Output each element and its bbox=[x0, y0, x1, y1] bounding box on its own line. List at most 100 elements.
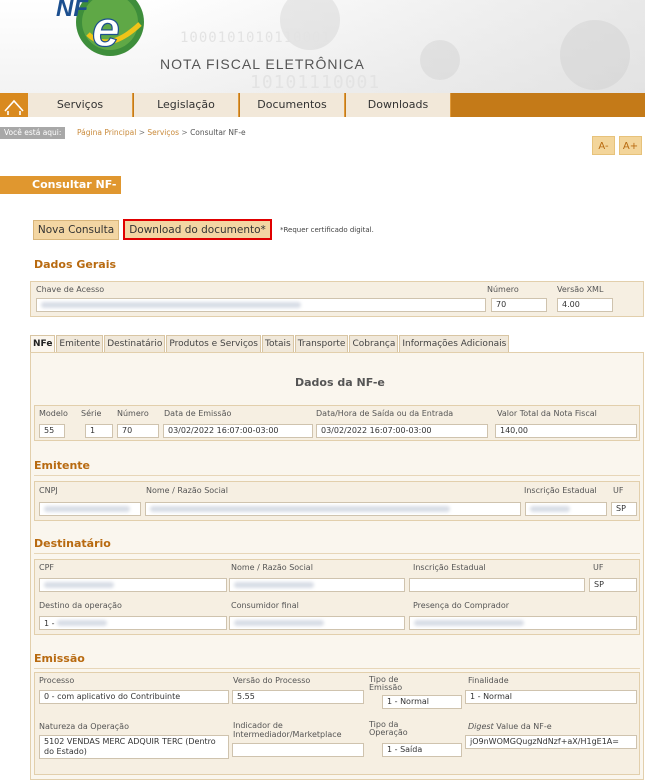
processo-label: Processo bbox=[39, 676, 75, 685]
versao-xml-field: 4.00 bbox=[557, 298, 613, 312]
svg-text:e: e bbox=[92, 1, 120, 57]
finalidade-label: Finalidade bbox=[468, 676, 509, 685]
tab-info-adicionais[interactable]: Informações Adicionais bbox=[399, 335, 510, 352]
nav-item-documentos[interactable]: Documentos bbox=[240, 93, 345, 117]
nome-emitente-label: Nome / Razão Social bbox=[146, 486, 228, 495]
redacted-value bbox=[234, 620, 324, 626]
tab-transporte[interactable]: Transporte bbox=[294, 335, 349, 352]
certificate-note: *Requer certificado digital. bbox=[280, 226, 374, 234]
page-title: Consultar NF-e bbox=[0, 176, 121, 209]
uf-emitente-label: UF bbox=[613, 486, 624, 495]
header-banner: 1000101010110001 10101110001 NF e NOTA F… bbox=[0, 0, 645, 93]
nome-destinatario-field bbox=[229, 578, 405, 592]
banner-circle bbox=[560, 20, 630, 90]
data-emissao-label: Data de Emissão bbox=[164, 409, 232, 418]
redacted-value bbox=[414, 620, 524, 626]
nfe-logo: NF e bbox=[56, 0, 144, 58]
divider bbox=[34, 475, 640, 476]
home-button[interactable] bbox=[0, 93, 28, 117]
breadcrumb-servicos[interactable]: Serviços bbox=[147, 128, 179, 137]
emissao-box: Processo 0 - com aplicativo do Contribui… bbox=[34, 672, 640, 775]
font-decrease-button[interactable]: A- bbox=[592, 136, 615, 155]
nav-item-downloads[interactable]: Downloads bbox=[346, 93, 451, 117]
home-icon bbox=[4, 99, 24, 115]
presenca-comprador-label: Presença do Comprador bbox=[413, 601, 510, 610]
banner-binary: 10101110001 bbox=[250, 72, 381, 93]
tipo-emissao-label: Tipo de Emissão bbox=[369, 675, 403, 692]
consumidor-final-label: Consumidor final bbox=[231, 601, 299, 610]
tab-totais[interactable]: Totais bbox=[261, 335, 294, 352]
section-title-emissao: Emissão bbox=[34, 652, 85, 665]
presenca-comprador-field bbox=[409, 616, 637, 630]
nav-item-servicos[interactable]: Serviços bbox=[28, 93, 133, 117]
ie-destinatario-field bbox=[409, 578, 585, 592]
digest-value-label: Digest Value da NF-e bbox=[468, 722, 552, 731]
numero-nfe-field: 70 bbox=[117, 424, 159, 438]
valor-total-field: 140,00 bbox=[495, 424, 637, 438]
banner-binary: 1000101010110001 bbox=[180, 30, 331, 46]
redacted-value bbox=[57, 620, 108, 626]
tab-nfe[interactable]: NFe bbox=[30, 335, 56, 352]
chave-field bbox=[36, 298, 486, 312]
download-document-button[interactable]: Download do documento* bbox=[123, 219, 272, 240]
section-title-destinatario: Destinatário bbox=[34, 537, 111, 550]
redacted-value bbox=[530, 506, 570, 512]
cnpj-field bbox=[39, 502, 141, 516]
numero-label: Número bbox=[487, 285, 519, 294]
digest-label-italic: Digest bbox=[468, 722, 494, 731]
system-name: NOTA FISCAL ELETRÔNICA bbox=[160, 56, 365, 72]
tab-bar: NFe Emitente Destinatário Produtos e Ser… bbox=[30, 335, 510, 352]
section-title-dados-gerais: Dados Gerais bbox=[34, 258, 117, 271]
tab-cobranca[interactable]: Cobrança bbox=[349, 335, 399, 352]
tipo-operacao-label: Tipo da Operação bbox=[369, 720, 408, 737]
destino-operacao-code: 1 - bbox=[44, 619, 55, 628]
ie-destinatario-label: Inscrição Estadual bbox=[413, 563, 486, 572]
new-query-button[interactable]: Nova Consulta bbox=[33, 220, 119, 240]
cpf-label: CPF bbox=[39, 563, 55, 572]
nav-items: Serviços Legislação Documentos Downloads bbox=[28, 93, 452, 117]
modelo-label: Modelo bbox=[39, 409, 68, 418]
font-increase-button[interactable]: A+ bbox=[619, 136, 642, 155]
redacted-value bbox=[41, 302, 301, 308]
digest-label-rest: Value da NF-e bbox=[493, 722, 552, 731]
redacted-value bbox=[234, 582, 314, 588]
tab-produtos[interactable]: Produtos e Serviços bbox=[166, 335, 261, 352]
data-saida-field: 03/02/2022 16:07:00-03:00 bbox=[316, 424, 488, 438]
valor-total-label: Valor Total da Nota Fiscal bbox=[497, 409, 597, 418]
section-title-dados-nfe: Dados da NF-e bbox=[295, 376, 385, 389]
consumidor-final-field bbox=[229, 616, 405, 630]
finalidade-field: 1 - Normal bbox=[465, 690, 637, 704]
ie-emitente-field bbox=[525, 502, 607, 516]
nav-item-legislacao[interactable]: Legislação bbox=[134, 93, 239, 117]
emitente-box: CNPJ Nome / Razão Social Inscrição Estad… bbox=[34, 481, 640, 521]
ie-emitente-label: Inscrição Estadual bbox=[524, 486, 597, 495]
destino-operacao-label: Destino da operação bbox=[39, 601, 122, 610]
natureza-operacao-label: Natureza da Operação bbox=[39, 722, 129, 731]
breadcrumb-home[interactable]: Página Principal bbox=[77, 128, 136, 137]
destinatario-box: CPF Nome / Razão Social Inscrição Estadu… bbox=[34, 559, 640, 635]
dados-nfe-box: Modelo 55 Série 1 Número 70 Data de Emis… bbox=[34, 405, 640, 441]
tab-destinatario[interactable]: Destinatário bbox=[104, 335, 166, 352]
numero-field: 70 bbox=[491, 298, 547, 312]
indicador-intermediador-field bbox=[232, 743, 364, 757]
versao-processo-field: 5.55 bbox=[232, 690, 364, 704]
serie-field: 1 bbox=[85, 424, 113, 438]
data-emissao-field: 03/02/2022 16:07:00-03:00 bbox=[163, 424, 313, 438]
digest-value-field: jO9nWOMGQugzNdNzf+aX/H1gE1A= bbox=[465, 735, 637, 749]
serie-label: Série bbox=[81, 409, 102, 418]
nome-destinatario-label: Nome / Razão Social bbox=[231, 563, 313, 572]
breadcrumb-separator: > bbox=[136, 128, 148, 137]
tab-emitente[interactable]: Emitente bbox=[56, 335, 104, 352]
redacted-value bbox=[150, 506, 450, 512]
breadcrumb-current: Consultar NF-e bbox=[190, 128, 246, 137]
banner-circle bbox=[420, 40, 460, 80]
numero-nfe-label: Número bbox=[117, 409, 149, 418]
data-saida-label: Data/Hora de Saída ou da Entrada bbox=[316, 409, 454, 418]
breadcrumb-prefix: Você está aqui: bbox=[0, 127, 66, 139]
redacted-value bbox=[44, 582, 114, 588]
natureza-operacao-field: 5102 VENDAS MERC ADQUIR TERC (Dentro do … bbox=[39, 735, 229, 759]
tipo-emissao-field: 1 - Normal bbox=[382, 695, 462, 709]
dados-gerais-box: Chave de Acesso Número 70 Versão XML 4.0… bbox=[30, 281, 644, 317]
indicador-intermediador-label: Indicador de Intermediador/Marketplace bbox=[233, 721, 342, 739]
divider bbox=[34, 553, 640, 554]
